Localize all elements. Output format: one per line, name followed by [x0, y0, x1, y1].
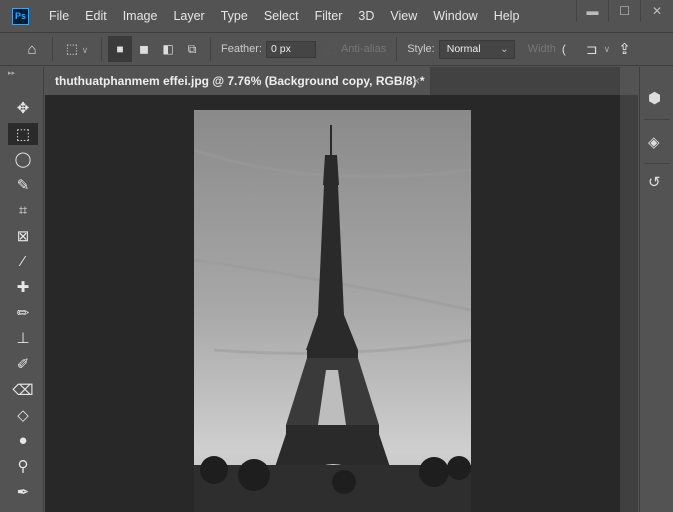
expand-panel-icon[interactable]: ▸▸ [8, 69, 15, 77]
lasso-icon: ◯ [14, 151, 32, 169]
marquee-preset-picker[interactable]: ⬚ ∨ [59, 41, 95, 57]
style-value: Normal [446, 42, 481, 55]
minimize-icon: ▬ [586, 4, 599, 18]
tool-quick-selection[interactable]: ✎ [8, 174, 38, 196]
new-selection-button[interactable]: ■ [108, 36, 132, 62]
divider [101, 37, 102, 61]
tool-eraser[interactable]: ⌫ [8, 379, 38, 401]
tool-frame[interactable]: ⊠ [8, 225, 38, 247]
minimize-button[interactable]: ▬ [576, 0, 608, 22]
share-icon[interactable]: ⇪ [618, 40, 631, 58]
feather-input[interactable]: 0 px [265, 40, 316, 58]
divider [210, 37, 211, 61]
divider [52, 37, 53, 61]
paint-bucket-icon: ◇ [17, 407, 29, 425]
eyedropper-icon: ⁄ [21, 253, 25, 271]
tool-healing-brush[interactable]: ✚ [8, 276, 38, 298]
feather-label: Feather: [221, 43, 262, 55]
menu-3d[interactable]: 3D [350, 9, 382, 23]
photoshop-logo: Ps [12, 7, 29, 25]
style-label: Style: [407, 43, 435, 55]
document-tab-title: thuthuatphanmem effei.jpg @ 7.76% (Backg… [55, 74, 425, 88]
menu-file[interactable]: File [41, 9, 77, 23]
divider [396, 37, 398, 61]
dodge-icon: ⚲ [17, 458, 29, 476]
tool-clone-stamp[interactable]: ⊥ [8, 327, 38, 349]
menu-bar: Ps File Edit Image Layer Type Select Fil… [0, 0, 673, 32]
close-icon: ✕ [651, 4, 663, 18]
maximize-icon: ☐ [619, 4, 630, 18]
add-selection-icon: ◼ [139, 42, 149, 56]
chevron-down-icon: ∨ [81, 45, 89, 55]
antialias-label: Anti-alias [340, 43, 387, 55]
menu-edit[interactable]: Edit [77, 9, 115, 23]
marquee-icon: ⬚ [65, 41, 79, 56]
subtract-selection-button[interactable]: ◧ [156, 36, 180, 62]
crop-icon: ⌗ [18, 201, 28, 219]
tool-rectangular-marquee[interactable]: ⬚ [8, 122, 38, 145]
chevron-down-icon: ⌄ [499, 42, 509, 55]
divider [644, 119, 670, 120]
intersect-selection-button[interactable]: ⧉ [180, 36, 204, 62]
menu-window[interactable]: Window [425, 9, 485, 23]
menu-filter[interactable]: Filter [307, 9, 351, 23]
frame-icon: ⊠ [16, 228, 30, 245]
divider [644, 163, 670, 164]
tool-paint-bucket[interactable]: ◇ [8, 404, 38, 426]
tool-dodge[interactable]: ⚲ [8, 455, 38, 477]
quick-selection-icon: ✎ [16, 176, 30, 194]
document-image [194, 110, 471, 512]
history-brush-icon: ✐ [16, 356, 30, 373]
move-icon: ✥ [16, 100, 30, 117]
pencil-icon: ✏ [16, 304, 30, 322]
antialias-checkbox[interactable] [325, 44, 336, 54]
menu-layer[interactable]: Layer [165, 9, 212, 23]
tool-lasso[interactable]: ◯ [8, 148, 38, 170]
tool-eyedropper[interactable]: ⁄ [8, 251, 38, 273]
menu-image[interactable]: Image [115, 9, 166, 23]
blur-icon: ● [18, 432, 28, 450]
tool-pen[interactable]: ✒ [8, 481, 38, 503]
menu-type[interactable]: Type [213, 9, 256, 23]
eraser-icon: ⌫ [12, 381, 34, 399]
menu-view[interactable]: View [382, 9, 425, 23]
options-bar: ⌂ ⬚ ∨ ■ ◼ ◧ ⧉ Feather: 0 px Anti-alias S… [0, 32, 673, 66]
history-icon[interactable]: ↺ [648, 173, 661, 191]
tool-pencil[interactable]: ✏ [8, 302, 38, 324]
tool-crop[interactable]: ⌗ [8, 199, 38, 221]
document-tab-bar: thuthuatphanmem effei.jpg @ 7.76% (Backg… [45, 67, 620, 95]
home-icon[interactable]: ⌂ [18, 41, 46, 58]
width-label: Width [527, 43, 556, 55]
tool-blur[interactable]: ● [8, 430, 38, 452]
menu-select[interactable]: Select [256, 9, 307, 23]
right-panel-dock: ⬢ ◈ ↺ [639, 67, 673, 512]
document-tab[interactable]: thuthuatphanmem effei.jpg @ 7.76% (Backg… [45, 67, 430, 95]
add-to-selection-button[interactable]: ◼ [132, 36, 156, 62]
healing-brush-icon: ✚ [16, 279, 30, 297]
rectangular-marquee-icon: ⬚ [15, 125, 31, 143]
clone-stamp-icon: ⊥ [16, 330, 30, 348]
pen-icon: ✒ [16, 484, 30, 501]
close-button[interactable]: ✕ [640, 0, 673, 22]
menu-help[interactable]: Help [486, 9, 528, 23]
tool-history-brush[interactable]: ✐ [8, 353, 38, 375]
chevron-down-icon[interactable]: ∨ [604, 44, 611, 55]
3d-icon[interactable]: ⬢ [648, 89, 661, 107]
vertical-scrollbar[interactable] [620, 95, 638, 512]
new-selection-icon: ■ [116, 42, 124, 56]
style-select[interactable]: Normal ⌄ [438, 39, 515, 59]
layers-icon[interactable]: ◈ [648, 133, 660, 151]
width-input[interactable]: ( [562, 42, 566, 56]
maximize-button[interactable]: ☐ [608, 0, 640, 22]
close-tab-icon[interactable]: × [413, 74, 420, 88]
tool-move[interactable]: ✥ [8, 97, 38, 119]
subtract-selection-icon: ◧ [162, 42, 174, 56]
intersect-selection-icon: ⧉ [187, 41, 197, 56]
select-mask-icon[interactable]: ⊐ [586, 41, 598, 58]
